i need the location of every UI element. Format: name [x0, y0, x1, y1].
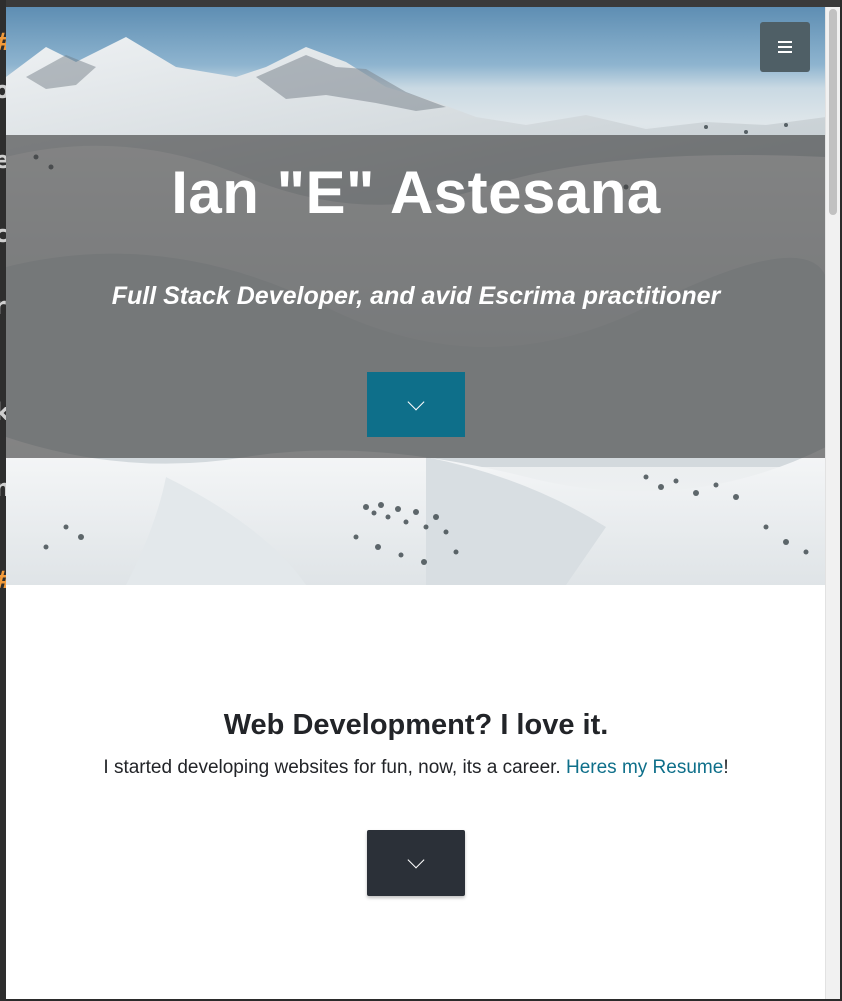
section-text: I started developing websites for fun, n… [6, 755, 826, 781]
scroll-down-button[interactable] [367, 372, 465, 437]
next-section-button[interactable] [367, 830, 465, 896]
resume-link[interactable]: Heres my Resume [566, 757, 723, 778]
section-title: Web Development? I love it. [223, 709, 609, 741]
window-top-bar [0, 0, 842, 7]
scrollbar-thumb[interactable] [829, 9, 837, 215]
website-page: Ian "E" Astesana Full Stack Developer, a… [6, 7, 826, 999]
hero-subtitle: Full Stack Developer, and avid Escrima p… [111, 282, 721, 310]
exclamation-text: ! [723, 757, 729, 778]
hero-title: Ian "E" Astesana [171, 159, 661, 226]
menu-button[interactable] [760, 22, 810, 72]
hamburger-menu-icon [778, 41, 792, 53]
intro-text: I started developing websites for fun, n… [103, 757, 566, 778]
chevron-down-icon [407, 393, 425, 410]
about-section: Web Development? I love it. I started de… [6, 585, 826, 999]
chevron-down-icon [407, 851, 425, 869]
hero-section: Ian "E" Astesana Full Stack Developer, a… [6, 7, 826, 585]
